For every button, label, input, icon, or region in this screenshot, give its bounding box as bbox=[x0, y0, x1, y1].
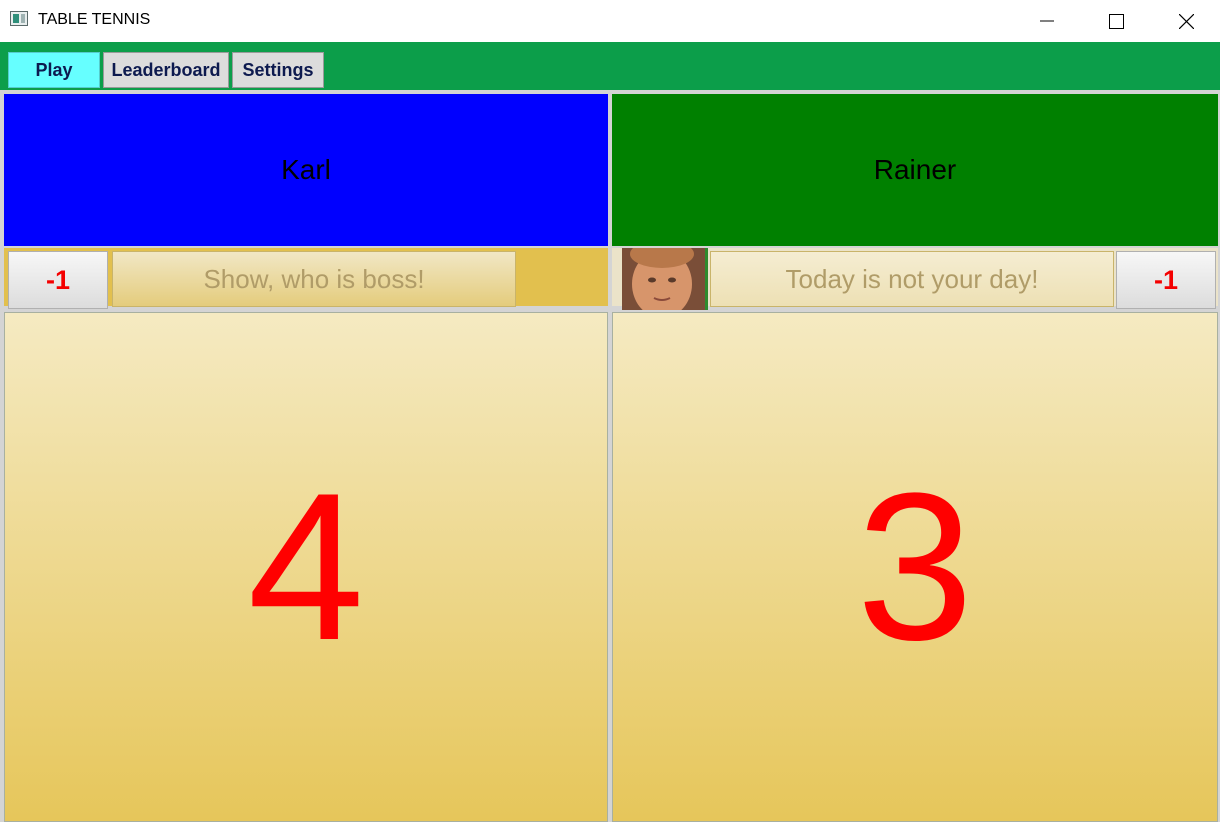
minimize-button[interactable] bbox=[1024, 0, 1070, 42]
minus-one-button[interactable]: -1 bbox=[1116, 251, 1216, 309]
slogan-button[interactable]: Show, who is boss! bbox=[112, 251, 516, 307]
minus-one-button[interactable]: -1 bbox=[8, 251, 108, 309]
close-button[interactable] bbox=[1163, 0, 1209, 42]
player-panel-left: Karl -1 Show, who is boss! 4 bbox=[4, 94, 608, 822]
player-photo bbox=[622, 248, 705, 310]
player-name-header: Rainer bbox=[612, 94, 1218, 246]
tab-leaderboard[interactable]: Leaderboard bbox=[103, 52, 229, 88]
player-name-header: Karl bbox=[4, 94, 608, 246]
score-display[interactable]: 4 bbox=[4, 312, 608, 822]
tab-play[interactable]: Play bbox=[8, 52, 100, 88]
close-icon bbox=[1178, 13, 1194, 29]
window-title: TABLE TENNIS bbox=[38, 11, 151, 28]
player-avatar bbox=[622, 248, 708, 310]
maximize-icon bbox=[1108, 13, 1124, 29]
tab-bar: Play Leaderboard Settings bbox=[0, 42, 1220, 90]
app-icon bbox=[10, 11, 28, 26]
player-controls: Today is not your day! -1 bbox=[612, 248, 1218, 310]
player-controls: -1 Show, who is boss! bbox=[4, 248, 608, 309]
slogan-button[interactable]: Today is not your day! bbox=[710, 251, 1114, 307]
tab-settings[interactable]: Settings bbox=[232, 52, 324, 88]
minimize-icon bbox=[1040, 20, 1054, 22]
score-display[interactable]: 3 bbox=[612, 312, 1218, 822]
player-panel-right: Rainer Today is not your day! -1 3 bbox=[612, 94, 1218, 822]
title-bar: TABLE TENNIS bbox=[0, 0, 1220, 42]
maximize-button[interactable] bbox=[1093, 0, 1139, 42]
